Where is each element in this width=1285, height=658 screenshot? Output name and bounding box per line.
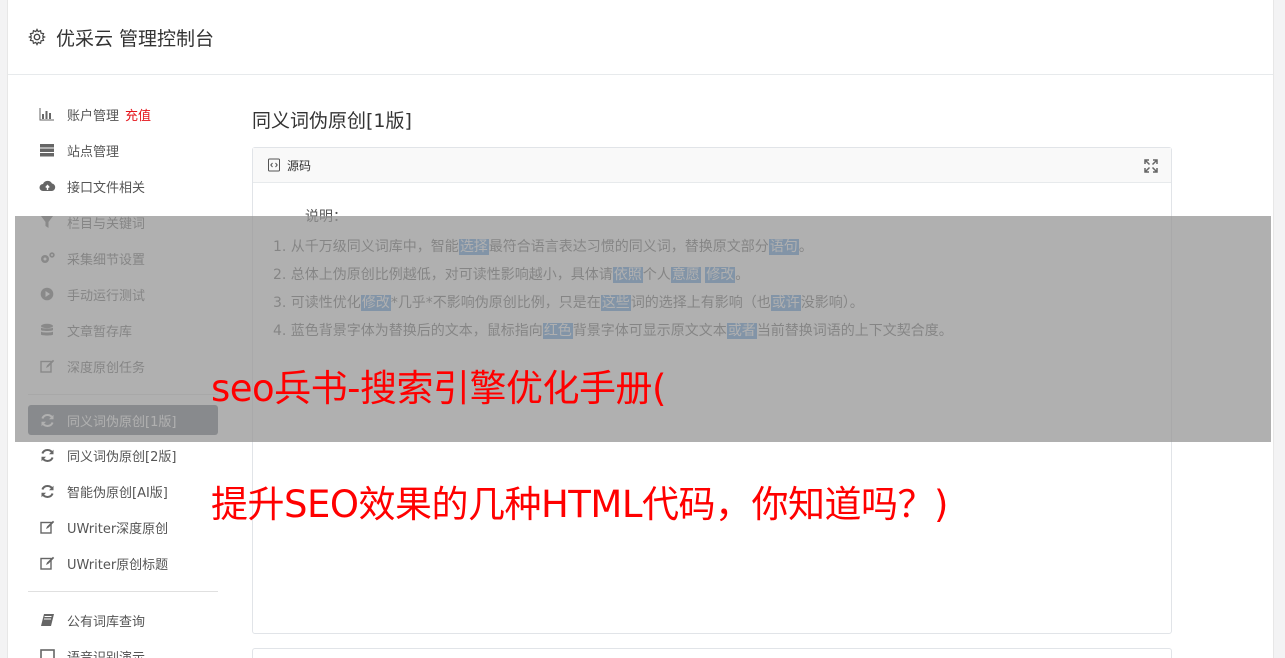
app-title: 优采云 管理控制台	[56, 27, 215, 50]
recharge-link[interactable]: 充值	[125, 105, 151, 124]
server-icon	[38, 141, 56, 159]
sidebar-item[interactable]: 智能伪原创[AI版]	[28, 473, 218, 509]
sidebar-item[interactable]: 语音识别演示	[28, 638, 218, 658]
sidebar-item[interactable]: UWriter深度原创	[28, 509, 218, 545]
sidebar-item-label: 同义词伪原创[2版]	[67, 449, 177, 465]
sidebar-item[interactable]: 公有词库查询	[28, 602, 218, 638]
divider	[28, 591, 218, 592]
overlay-headline-1: seo兵书-搜索引擎优化手册(	[211, 367, 666, 410]
panel-title: 源码	[287, 158, 312, 173]
sidebar-item[interactable]: 账户管理 充值	[28, 96, 218, 132]
sidebar-item-label: UWriter原创标题	[67, 557, 169, 573]
refresh-icon	[38, 446, 56, 464]
code-icon	[268, 158, 280, 172]
sidebar-item[interactable]: 接口文件相关	[28, 168, 218, 204]
edit-icon	[38, 518, 56, 536]
desktop-icon	[38, 647, 56, 658]
sidebar-item[interactable]: 同义词伪原创[2版]	[28, 437, 218, 473]
expand-icon[interactable]	[1143, 158, 1159, 174]
second-panel	[252, 648, 1172, 658]
sidebar-item-label: UWriter深度原创	[67, 521, 169, 537]
sidebar-item-label: 账户管理	[67, 108, 120, 124]
overlay-headline-2: 提升SEO效果的几种HTML代码，你知道吗？)	[211, 483, 948, 526]
cloud-upload-icon	[38, 177, 56, 195]
sidebar-item-label: 接口文件相关	[67, 180, 146, 196]
sidebar-item-label: 公有词库查询	[67, 614, 146, 630]
sidebar-item-label: 语音识别演示	[67, 650, 146, 658]
page-title: 同义词伪原创[1版]	[252, 110, 412, 132]
edit-icon	[38, 554, 56, 572]
sidebar-item-label: 智能伪原创[AI版]	[67, 485, 168, 501]
sidebar-item-label: 站点管理	[67, 144, 120, 160]
book-icon	[38, 611, 56, 629]
sidebar-item[interactable]: 站点管理	[28, 132, 218, 168]
panel-header: 源码	[253, 148, 1171, 183]
header: 优采云 管理控制台	[8, 0, 1273, 75]
refresh-icon	[38, 482, 56, 500]
bar-chart-icon	[38, 105, 56, 123]
sidebar-item[interactable]: UWriter原创标题	[28, 545, 218, 581]
gear-icon	[28, 28, 46, 46]
